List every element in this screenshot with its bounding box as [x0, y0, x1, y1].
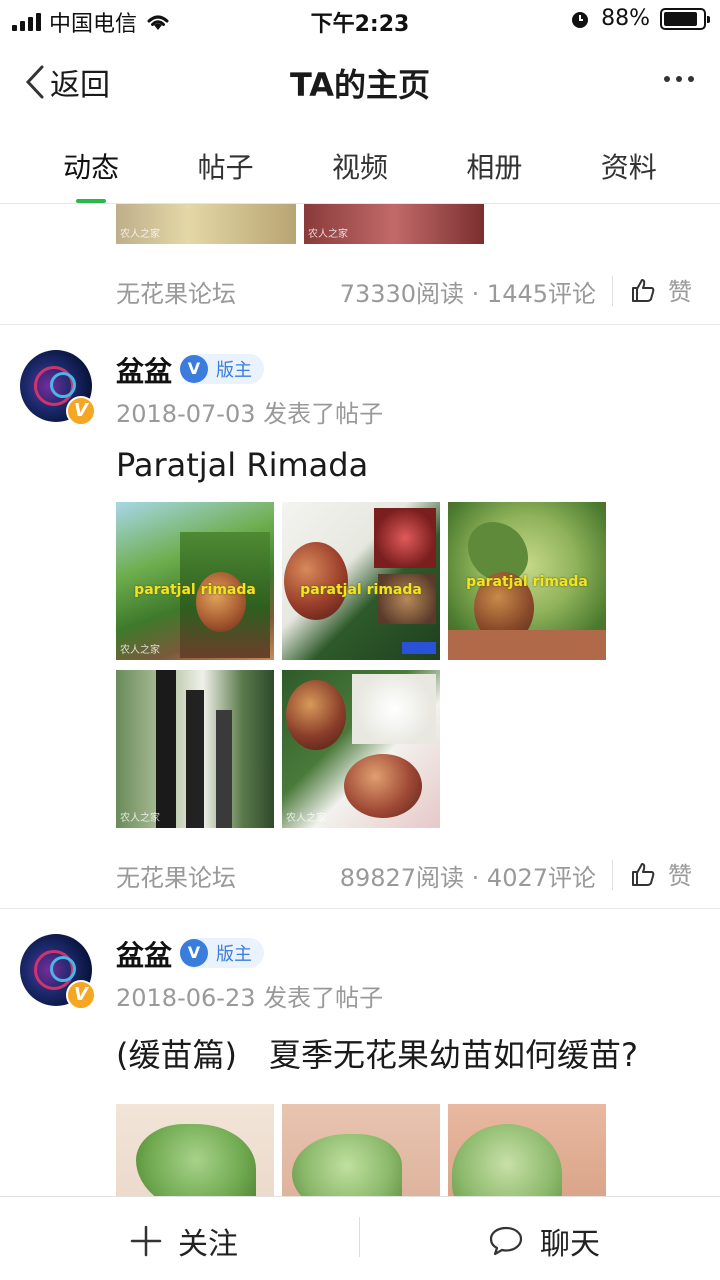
post-image[interactable]: paratjal rimada: [448, 502, 606, 660]
chat-button[interactable]: 聊天: [488, 1219, 600, 1263]
image-label: paratjal: [300, 582, 362, 598]
tab-bar: 动态 帖子 视频 相册 资料: [0, 124, 720, 204]
post-stats: 89827阅读 · 4027评论: [339, 864, 596, 892]
author-name[interactable]: 盆盆: [116, 934, 172, 974]
moderator-tag: V 版主: [180, 354, 264, 384]
verified-icon: V: [180, 939, 208, 967]
verified-badge: V: [66, 980, 96, 1010]
avatar[interactable]: V: [20, 350, 96, 426]
post-meta: 2018-06-23 发表了帖子: [116, 984, 384, 1012]
tab-posts[interactable]: 帖子: [171, 124, 281, 203]
post-image[interactable]: [282, 1104, 440, 1196]
image-label: rimada: [532, 574, 588, 590]
watermark: 农人之家: [120, 229, 160, 240]
post-footer: 无花果论坛 89827阅读 · 4027评论 赞: [0, 846, 720, 902]
post-image[interactable]: 农人之家: [282, 670, 440, 828]
forum-link[interactable]: 无花果论坛: [116, 274, 236, 309]
like-label: 赞: [668, 862, 692, 890]
tab-profile[interactable]: 资料: [574, 124, 684, 203]
bottom-action-bar: 关注 聊天: [0, 1196, 720, 1280]
role-label: 版主: [216, 944, 252, 965]
watermark: 农人之家: [286, 813, 326, 824]
thumbs-up-icon: [632, 862, 655, 886]
post-title[interactable]: Paratjal Rimada: [116, 446, 368, 484]
tab-albums[interactable]: 相册: [439, 124, 549, 203]
verified-icon: V: [180, 355, 208, 383]
post-card[interactable]: V 盆盆 V 版主 2018-07-03 发表了帖子 Paratjal Rima…: [0, 324, 720, 908]
page-title: TA的主页: [289, 66, 431, 104]
more-icon[interactable]: [664, 76, 694, 82]
post-image[interactable]: 农人之家: [304, 204, 484, 244]
post-image[interactable]: paratjal rimada: [282, 502, 440, 660]
thumbs-up-icon: [632, 278, 655, 302]
battery-icon: [660, 7, 710, 30]
follow-label: 关注: [178, 1227, 238, 1262]
forum-link[interactable]: 无花果论坛: [116, 858, 236, 893]
battery-percent: 88%: [601, 6, 650, 31]
tab-dynamics[interactable]: 动态: [36, 124, 146, 203]
watermark: 农人之家: [308, 229, 348, 240]
status-bar: 中国电信 下午2:23 88%: [0, 0, 720, 40]
image-label: paratjal: [134, 582, 196, 598]
plus-icon: [130, 1225, 162, 1257]
chat-label: 聊天: [540, 1227, 600, 1262]
post-image[interactable]: [116, 1104, 274, 1196]
post-card[interactable]: V 盆盆 V 版主 2018-06-23 发表了帖子 (缓苗篇) 夏季无花果幼苗…: [0, 908, 720, 1196]
post-image[interactable]: [448, 1104, 606, 1196]
post-footer: 无花果论坛 73330阅读 · 1445评论 赞: [0, 262, 720, 318]
role-label: 版主: [216, 360, 252, 381]
like-button[interactable]: 赞: [630, 272, 692, 307]
feed: 农人之家 农人之家 无花果论坛 73330阅读 · 1445评论 赞 V 盆盆 …: [0, 204, 720, 1196]
moderator-tag: V 版主: [180, 938, 264, 968]
chat-bubble-icon: [489, 1226, 523, 1256]
post-image[interactable]: 农人之家: [116, 670, 274, 828]
watermark: 农人之家: [120, 645, 160, 656]
post-meta: 2018-07-03 发表了帖子: [116, 400, 384, 428]
post-image[interactable]: 农人之家: [116, 204, 296, 244]
post-image[interactable]: paratjal rimada 农人之家: [116, 502, 274, 660]
alarm-icon: [572, 11, 589, 28]
image-label: rimada: [366, 582, 422, 598]
post-stats: 73330阅读 · 1445评论: [339, 280, 596, 308]
verified-badge: V: [66, 396, 96, 426]
watermark: 农人之家: [120, 813, 160, 824]
like-label: 赞: [668, 278, 692, 306]
avatar[interactable]: V: [20, 934, 96, 1010]
post-title[interactable]: (缓苗篇) 夏季无花果幼苗如何缓苗?: [116, 1030, 638, 1076]
image-label: paratjal: [466, 574, 528, 590]
tab-videos[interactable]: 视频: [305, 124, 415, 203]
author-name[interactable]: 盆盆: [116, 350, 172, 390]
like-button[interactable]: 赞: [630, 856, 692, 891]
follow-button[interactable]: 关注: [130, 1219, 238, 1263]
nav-bar: 返回 TA的主页: [0, 40, 720, 124]
image-label: rimada: [200, 582, 256, 598]
